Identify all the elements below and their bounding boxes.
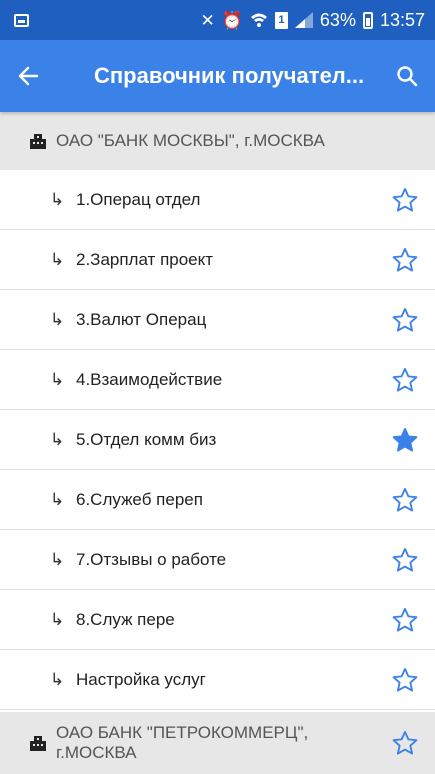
sub-arrow-icon: ↳ [50,669,65,689]
alarm-icon: ⏰ [221,10,243,30]
list-item-label: 4.Взаимодействие [76,369,223,389]
search-icon [397,66,418,87]
list-item[interactable]: ↳ 4.Взаимодействие [0,350,435,410]
sub-arrow-icon: ↳ [50,549,65,569]
sim-icon: 1 [274,11,288,29]
favorite-button[interactable] [389,304,421,336]
group-name-line2: г.МОСКВА [56,743,137,762]
clock: 13:57 [379,9,425,30]
arrow-back-icon [18,66,39,86]
list-item-label: 7.Отзывы о работе [76,549,227,569]
star-outline-icon [392,730,418,755]
list-item[interactable]: ↳ 5.Отдел комм биз [0,410,435,470]
status-bar: ✕ ⏰ 1 63% 13:57 [0,0,435,40]
list-item-label: 5.Отдел комм биз [76,429,217,449]
star-outline-icon [392,247,418,272]
sub-arrow-icon: ↳ [50,369,65,389]
group-name: ОАО БАНК "ПЕТРОКОММЕРЦ", г.МОСКВА [56,723,389,763]
star-outline-icon [392,187,418,212]
group-name-line1: ОАО БАНК "ПЕТРОКОММЕРЦ", [56,723,309,742]
sub-arrow-icon: ↳ [50,609,65,629]
building-icon [30,736,46,751]
list-item-label: Настройка услуг [76,669,206,689]
back-button[interactable] [0,40,56,112]
wifi-icon [250,13,267,27]
signal-icon [294,12,313,28]
search-button[interactable] [379,40,435,112]
page-title: Справочник получател... [94,63,365,88]
star-outline-icon [392,307,418,332]
favorite-button[interactable] [389,424,421,456]
group-header-bank-moskvy[interactable]: ОАО "БАНК МОСКВЫ", г.МОСКВА [0,112,435,170]
favorite-button[interactable] [389,244,421,276]
sub-arrow-icon: ↳ [50,249,65,269]
list-item[interactable]: ↳ 6.Служеб переп [0,470,435,530]
list-item-label: 6.Служеб переп [76,489,203,509]
group-header-petrokommerc[interactable]: ОАО БАНК "ПЕТРОКОММЕРЦ", г.МОСКВА [0,712,435,774]
app-bar: Справочник получател... [0,40,435,112]
building-icon [30,134,46,149]
list-item[interactable]: ↳ 8.Служ пере [0,590,435,650]
star-outline-icon [392,547,418,572]
list-item[interactable]: ↳ Настройка услуг [0,650,435,710]
favorite-button[interactable] [389,604,421,636]
favorite-button[interactable] [389,184,421,216]
list-item-label: 3.Валют Операц [76,309,207,329]
list-item-label: 8.Служ пере [76,609,175,629]
sub-arrow-icon: ↳ [50,489,65,509]
list-item-label: 2.Зарплат проект [76,249,214,269]
battery-icon [362,11,373,29]
list-item[interactable]: ↳ 1.Операц отдел [0,170,435,230]
favorite-button[interactable] [389,364,421,396]
mute-icon: ✕ [200,10,215,30]
gallery-notification-icon [14,13,29,27]
favorite-button[interactable] [389,664,421,696]
list-item[interactable]: ↳ 3.Валют Операц [0,290,435,350]
star-outline-icon [392,487,418,512]
sub-arrow-icon: ↳ [50,429,65,449]
list-item[interactable]: ↳ 2.Зарплат проект [0,230,435,290]
star-outline-icon [392,667,418,692]
list-item-label: 1.Операц отдел [76,189,201,209]
list-item[interactable]: ↳ 7.Отзывы о работе [0,530,435,590]
sub-arrow-icon: ↳ [50,189,65,209]
sub-arrow-icon: ↳ [50,309,65,329]
battery-percent: 63% [319,9,356,30]
favorite-button[interactable] [389,544,421,576]
star-outline-icon [392,607,418,632]
favorite-button[interactable] [389,484,421,516]
favorite-button[interactable] [389,727,421,759]
star-filled-icon [392,427,418,452]
star-outline-icon [392,367,418,392]
group-name: ОАО "БАНК МОСКВЫ", г.МОСКВА [56,131,325,150]
